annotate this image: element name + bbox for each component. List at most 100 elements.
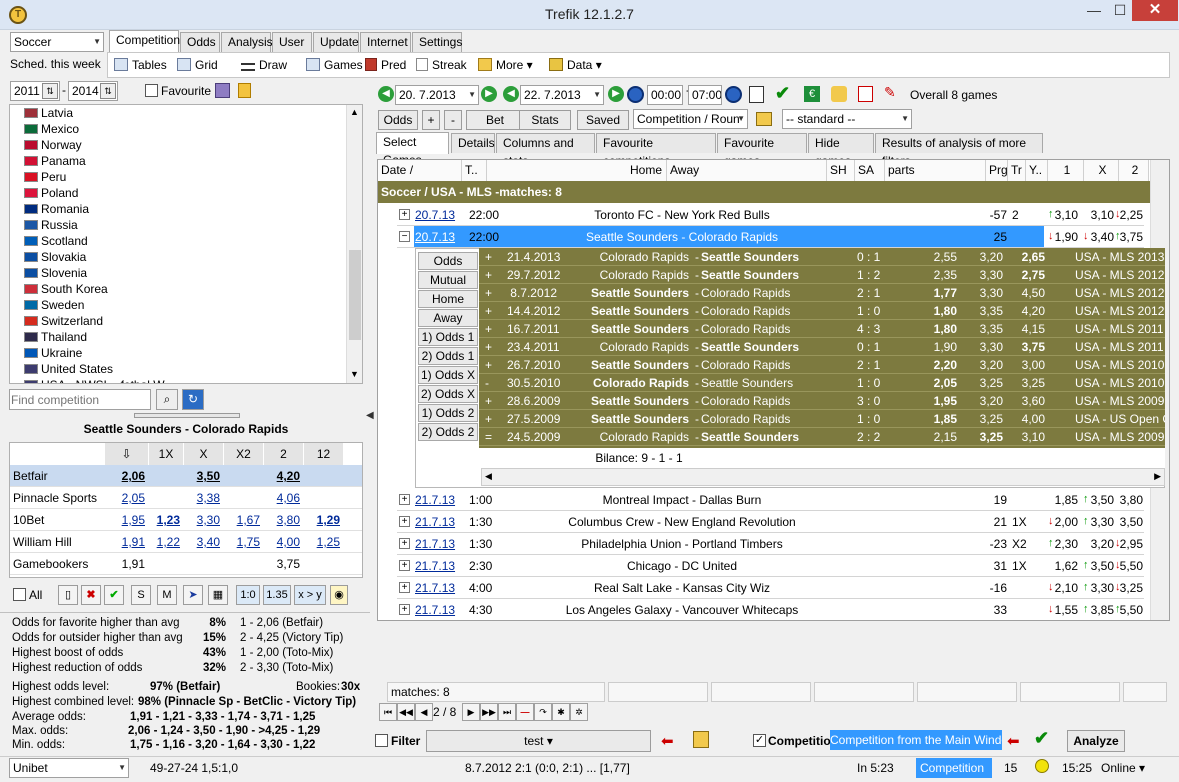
tree-item[interactable]: Norway [24,137,82,153]
tree-item[interactable]: Romania [24,201,89,217]
sport-select[interactable]: Soccer ▼ [10,32,104,52]
tree-item[interactable]: Sweden [24,297,84,313]
cell-d[interactable]: 21.7.13 [415,559,455,573]
table-row[interactable]: +20.7.13 22:00 Toronto FC - New York Red B… [397,204,1144,226]
tab-favourite-games[interactable]: Favourite games [717,133,807,168]
table-row[interactable]: +21.7.13 1:30 Columbus Crew - New England … [397,511,1144,533]
header-prg[interactable]: Prg [986,160,1008,181]
bookie-odds-cell[interactable]: 1,23 [149,513,180,527]
expand-icon[interactable]: + [399,209,410,220]
lock-icon[interactable] [238,83,251,98]
header-time[interactable]: T.. [462,160,487,181]
cancel-edit-icon[interactable]: ✲ [570,703,588,721]
tree-item[interactable]: Slovenia [24,265,87,281]
date-to-prev-icon[interactable]: ◀ [503,86,519,102]
table-row[interactable]: +21.7.13 4:30 Los Angeles Galaxy - Vancouv… [397,599,1144,620]
euro-icon[interactable]: € [804,86,820,102]
document-icon[interactable] [749,86,764,103]
time-from-input[interactable]: 00:00 [647,85,683,105]
history-filter-button[interactable]: 2) Odds 1 [418,347,478,365]
edit-icon[interactable]: ↷ [534,703,552,721]
history-filter-button[interactable]: 1) Odds 2 [418,404,478,422]
bookie-odds-cell[interactable]: 1,95 [105,513,145,527]
odds-threshold-button[interactable]: 1.35 [263,585,291,605]
expand-icon[interactable]: + [399,604,410,615]
bookie-odds-cell[interactable]: 1,22 [149,535,180,549]
calendar-icon[interactable] [858,86,873,102]
arrow-left-icon[interactable]: ⬅ [661,732,674,750]
all-checkbox[interactable] [13,588,26,601]
history-row[interactable]: +28.6.2009 Seattle Sounders Colorado Rapid… [479,392,1165,410]
history-filter-button[interactable]: 2) Odds X [418,385,478,403]
tab-odds[interactable]: Odds [180,32,220,52]
tab-internet[interactable]: Internet [360,32,411,52]
date-prev-icon[interactable]: ◀ [378,86,394,102]
expand-icon[interactable]: − [399,231,410,242]
bookie-odds-cell[interactable]: 3,50 [184,469,220,483]
saved-button[interactable]: Saved [577,110,629,130]
expand-icon[interactable]: + [399,516,410,527]
streak-button[interactable]: Streak [416,57,467,73]
bookie-odds-cell[interactable]: 4,20 [264,469,300,483]
group-header[interactable]: Soccer / USA - MLS -matches: 8 [378,181,1169,203]
history-row[interactable]: +14.4.2012 Seattle Sounders Colorado Rapid… [479,302,1165,320]
bookie-odds-cell[interactable]: 1,91 [105,557,145,571]
history-filter-button[interactable]: Odds [418,252,478,270]
next-fast-icon[interactable]: ▶▶ [480,703,498,721]
tree-item[interactable]: Panama [24,153,86,169]
bookie-odds-cell[interactable]: 3,40 [184,535,220,549]
prev-fast-icon[interactable]: ◀◀ [397,703,415,721]
header-date[interactable]: Date / [378,160,462,181]
table-row[interactable]: +21.7.13 2:30 Chicago - DC United 31 1X 1,62 3… [397,555,1144,577]
clock-to-icon[interactable] [725,86,742,103]
tab-details[interactable]: Details [451,133,495,153]
history-filter-button[interactable]: 1) Odds 1 [418,328,478,346]
pointer-icon[interactable] [756,112,772,126]
clock-icon[interactable] [627,86,644,103]
tab-settings[interactable]: Settings [412,32,462,52]
remove-filter-button[interactable]: - [444,110,462,130]
analyze-button[interactable]: Analyze [1067,730,1125,752]
delete-icon[interactable]: ✖ [81,585,101,605]
bookie-odds-cell[interactable]: 2,05 [105,491,145,505]
bookie-odds-cell[interactable]: 1,67 [224,513,260,527]
tree-item[interactable]: United States [24,361,113,377]
history-row[interactable]: -30.5.2010 Colorado Rapids Seattle Sounder… [479,374,1165,392]
header-home[interactable]: Home [487,160,667,181]
status-online[interactable]: Online ▾ [1101,761,1145,775]
refresh-icon[interactable]: ↻ [182,389,204,410]
magic-icon[interactable]: ✎ [884,84,896,101]
delete-record-icon[interactable]: — [516,703,534,721]
table-row[interactable]: −20.7.13 22:00 Seattle Sounders - Colorado… [397,226,1144,248]
tab-favourite-competitions[interactable]: Favourite competitions [596,133,716,168]
expand-icon[interactable]: + [399,538,410,549]
splitter-handle[interactable] [134,413,240,418]
tree-item[interactable]: Russia [24,217,78,233]
cell-d[interactable]: 21.7.13 [415,515,455,529]
bookie-odds-cell[interactable]: 1,29 [304,513,340,527]
history-row[interactable]: +27.5.2009 Seattle Sounders Colorado Rapid… [479,410,1165,428]
m-button[interactable]: M [157,585,177,605]
hand-icon[interactable] [831,86,847,102]
find-competition-input[interactable] [9,389,151,410]
history-filter-button[interactable]: Home [418,290,478,308]
history-row[interactable]: +29.7.2012 Colorado Rapids Seattle Sounder… [479,266,1165,284]
header-tr[interactable]: Tr [1008,160,1026,181]
add-filter-button[interactable]: + [422,110,440,130]
tree-item[interactable]: Scotland [24,233,88,249]
tree-item[interactable]: South Korea [24,281,108,297]
history-scrollbar[interactable]: ◀ ▶ [481,468,1165,486]
more-button[interactable]: More ▾ [478,57,533,73]
minimize-icon[interactable]: — [1080,0,1108,22]
collapse-left-icon[interactable]: ◀ [366,410,374,421]
expand-icon[interactable]: + [399,494,410,505]
s-button[interactable]: S [131,585,151,605]
bookie-row[interactable]: Betfair 2,06 3,50 4,20 [10,465,362,487]
cell-d[interactable]: 20.7.13 [415,230,455,244]
bookie-odds-cell[interactable]: 3,75 [264,557,300,571]
maximize-icon[interactable]: ☐ [1106,0,1134,22]
header-x[interactable]: X [1084,160,1119,181]
date-to-next-icon[interactable]: ▶ [608,86,624,102]
history-filter-button[interactable]: 1) Odds X [418,366,478,384]
new-icon[interactable]: ▯ [58,585,78,605]
